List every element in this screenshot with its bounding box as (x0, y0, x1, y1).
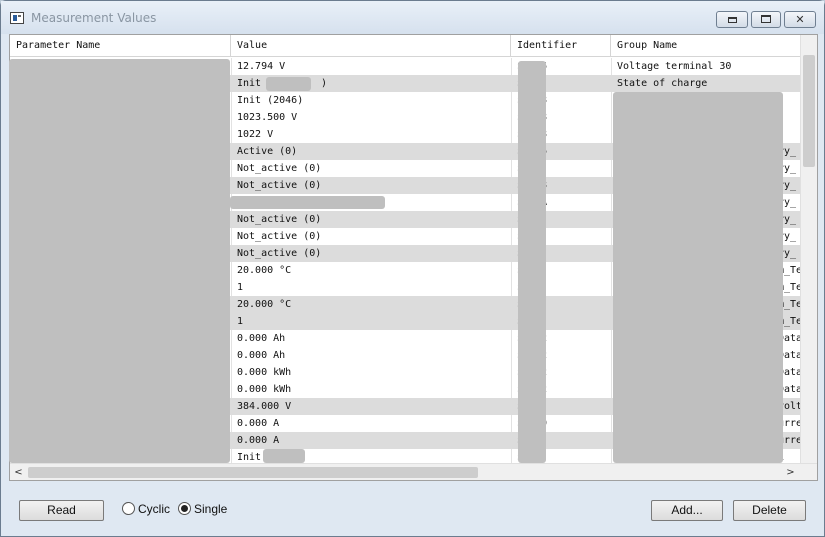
cyclic-radio-label: Cyclic (138, 502, 170, 516)
maximize-icon (761, 15, 771, 23)
value-cell: 0.000 A (237, 435, 280, 446)
cell-tail-text: ) (321, 78, 328, 89)
delete-button[interactable]: Delete (733, 500, 806, 521)
group-name-redaction (613, 92, 783, 463)
value-cell: Not_active (0) (237, 163, 322, 174)
value-cell: Not_active (0) (237, 180, 322, 191)
parameter-name-redaction (9, 59, 230, 463)
value-cell: Not_active (0) (237, 214, 322, 225)
value-cell: 20.000 °C (237, 299, 292, 310)
value-cell: 1023.500 V (237, 112, 298, 123)
value-cell: 12.794 V (237, 61, 286, 72)
column-header-group-name[interactable]: Group Name (611, 35, 800, 57)
minimize-button[interactable] (716, 11, 748, 28)
value-redaction (230, 196, 385, 209)
horizontal-scroll-thumb[interactable] (28, 467, 478, 478)
table-header: Parameter Name Value Identifier Group Na… (10, 35, 800, 57)
cyclic-radio-indicator[interactable] (122, 502, 135, 515)
value-cell: 1 (237, 282, 244, 293)
close-button[interactable]: ✕ (784, 11, 816, 28)
value-cell: Not_active (0) (237, 248, 322, 259)
app-icon (10, 12, 24, 24)
value-cell: 1022 V (237, 129, 274, 140)
read-button[interactable]: Read (19, 500, 104, 521)
value-cell: 384.000 V (237, 401, 292, 412)
value-cell: 0.000 kWh (237, 367, 292, 378)
minimize-icon (727, 17, 737, 23)
column-header-parameter-name[interactable]: Parameter Name (10, 35, 231, 57)
vertical-scrollbar[interactable] (800, 35, 817, 463)
maximize-button[interactable] (751, 11, 781, 28)
close-icon: ✕ (795, 13, 805, 26)
value-cell: Active (0) (237, 146, 298, 157)
column-header-identifier[interactable]: Identifier (511, 35, 611, 57)
value-cell: 0.000 Ah (237, 350, 286, 361)
cyclic-radio[interactable]: Cyclic (122, 501, 172, 517)
measurement-values-window: Measurement Values ✕ Parameter Name Valu… (0, 0, 825, 537)
title-bar[interactable]: Measurement Values ✕ (1, 1, 824, 34)
value-redaction (263, 449, 305, 463)
identifier-redaction (518, 61, 546, 463)
value-redaction (266, 77, 311, 91)
value-cell: Not_active (0) (237, 231, 322, 242)
name-redaction (63, 61, 120, 75)
value-cell: 0.000 A (237, 418, 280, 429)
scroll-left-icon[interactable]: < (10, 464, 27, 481)
window-title: Measurement Values (31, 11, 157, 25)
single-radio-indicator[interactable] (178, 502, 191, 515)
single-radio[interactable]: Single (178, 501, 228, 517)
value-cell: Init (2046) (237, 95, 304, 106)
value-cell: 0.000 kWh (237, 384, 292, 395)
column-header-value[interactable]: Value (231, 35, 511, 57)
single-radio-label: Single (194, 502, 228, 516)
add-button[interactable]: Add... (651, 500, 723, 521)
value-cell: 0.000 Ah (237, 333, 286, 344)
vertical-scroll-thumb[interactable] (803, 55, 815, 167)
scroll-right-icon[interactable]: > (782, 464, 799, 481)
value-cell: 1 (237, 316, 244, 327)
horizontal-scrollbar[interactable]: < > (10, 463, 817, 480)
group-name-cell: Voltage terminal 30 (617, 61, 732, 72)
group-name-cell: State of charge (617, 78, 708, 89)
value-cell: 20.000 °C (237, 265, 292, 276)
